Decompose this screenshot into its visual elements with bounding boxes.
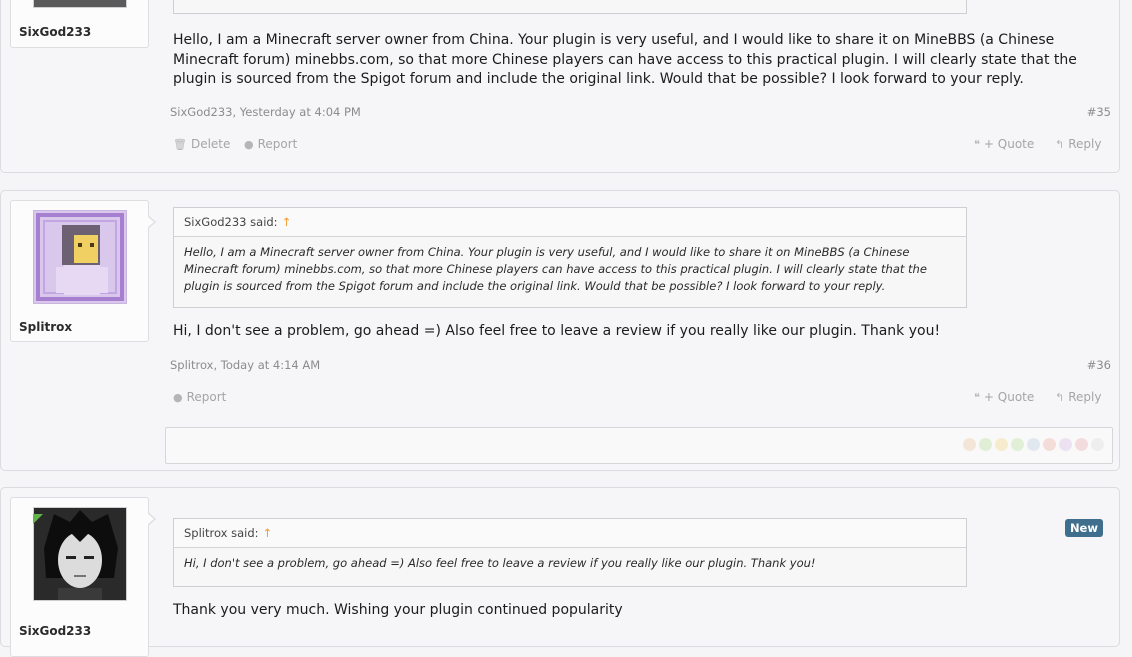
quote-block: Splitrox said: ↑ Hi, I don't see a proble… [173, 518, 967, 587]
quote-marks-icon: ❝ [974, 390, 980, 404]
reply-arrow-icon: ↰ [1055, 390, 1065, 404]
quote-text: Hi, I don't see a problem, go ahead =) A… [184, 556, 816, 570]
reply-button[interactable]: ↰ Reply [1055, 137, 1101, 151]
reaction-icon[interactable] [1075, 438, 1088, 451]
reply-button[interactable]: ↰ Reply [1055, 390, 1101, 404]
quote-author[interactable]: SixGod233 said: [184, 215, 278, 229]
reaction-icon[interactable] [1091, 438, 1104, 451]
post-message: Hi, I don't see a problem, go ahead =) A… [173, 323, 941, 339]
quote-block: SixGod233 said: ↑ Hello, I am a Minecraft… [173, 207, 967, 308]
reaction-icon[interactable] [1043, 438, 1056, 451]
jump-to-quote-icon[interactable]: ↑ [263, 526, 273, 540]
username[interactable]: SixGod233 [19, 624, 91, 638]
quote-button[interactable]: ❝ + Quote [974, 137, 1034, 151]
alert-circle-icon: ● [244, 137, 254, 151]
avatar[interactable] [33, 210, 127, 304]
quote-box-partial [173, 0, 967, 14]
quote-button[interactable]: ❝ + Quote [974, 390, 1034, 404]
quote-header: SixGod233 said: ↑ [174, 208, 966, 237]
post-35: SixGod233 Hello, I am a Minecraft server… [0, 0, 1120, 173]
user-card: Splitrox [10, 200, 156, 342]
card-arrow [147, 512, 156, 526]
avatar[interactable] [33, 507, 127, 601]
user-card: SixGod233 [10, 0, 149, 48]
reaction-icons[interactable] [963, 438, 1104, 451]
reaction-icon[interactable] [979, 438, 992, 451]
avatar[interactable] [33, 0, 127, 8]
online-indicator [33, 514, 43, 524]
post-number[interactable]: #36 [1087, 358, 1111, 372]
quote-marks-icon: ❝ [974, 137, 980, 151]
reply-arrow-icon: ↰ [1055, 137, 1065, 151]
report-button[interactable]: ● Report [244, 137, 297, 151]
card-arrow [147, 215, 156, 229]
alert-circle-icon: ● [173, 390, 183, 404]
reaction-icon[interactable] [1059, 438, 1072, 451]
post-message: Hello, I am a Minecraft server owner fro… [173, 32, 1077, 87]
reply-label: Reply [1068, 137, 1102, 151]
post-37: SixGod233 New Splitrox said: ↑ Hi, I don'… [0, 487, 1120, 657]
quote-author[interactable]: Splitrox said: [184, 526, 259, 540]
quote-label: + Quote [983, 137, 1035, 151]
report-label: Report [257, 137, 298, 151]
quote-text: Hello, I am a Minecraft server owner fro… [184, 245, 927, 293]
reaction-icon[interactable] [1011, 438, 1024, 451]
jump-to-quote-icon[interactable]: ↑ [282, 215, 292, 229]
post-message: Thank you very much. Wishing your plugin… [173, 602, 623, 618]
reactions-bar[interactable] [165, 427, 1113, 464]
delete-label: Delete [190, 137, 231, 151]
new-badge: New [1064, 519, 1103, 537]
username[interactable]: Splitrox [19, 320, 72, 334]
trash-icon: 🗑 [173, 137, 187, 151]
post-meta[interactable]: SixGod233, Yesterday at 4:04 PM [170, 105, 361, 119]
post-36: Splitrox SixGod233 said: ↑ Hello, I am a … [0, 190, 1120, 471]
reaction-icon[interactable] [995, 438, 1008, 451]
username[interactable]: SixGod233 [19, 25, 91, 39]
report-button[interactable]: ● Report [173, 390, 226, 404]
delete-button[interactable]: 🗑 Delete [173, 137, 230, 151]
user-card: SixGod233 [10, 497, 156, 657]
quote-header: Splitrox said: ↑ [174, 519, 966, 548]
quote-label: + Quote [983, 390, 1035, 404]
reaction-icon[interactable] [963, 438, 976, 451]
reply-label: Reply [1068, 390, 1102, 404]
reaction-icon[interactable] [1027, 438, 1040, 451]
post-meta[interactable]: Splitrox, Today at 4:14 AM [170, 358, 320, 372]
report-label: Report [186, 390, 227, 404]
post-number[interactable]: #35 [1087, 105, 1111, 119]
